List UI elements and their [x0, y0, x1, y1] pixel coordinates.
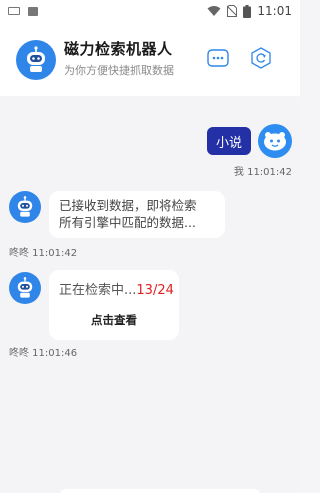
- robot-icon: [17, 196, 33, 217]
- wifi-icon: [207, 6, 221, 16]
- app-subtitle: 为你方便快捷抓取数据: [64, 64, 174, 77]
- robot-icon: [27, 46, 45, 72]
- bot-message-bubble[interactable]: 已接收到数据，即将检索 所有引擎中匹配的数据...: [49, 191, 225, 238]
- search-progress-count: 13/24: [136, 283, 174, 298]
- status-bar-left: [8, 6, 38, 16]
- ellipsis-icon: [207, 49, 229, 67]
- robot-icon: [17, 277, 33, 298]
- keyboard-icon: [8, 7, 20, 15]
- user-face-icon: [264, 132, 286, 151]
- search-progress-text: 正在检索中...: [59, 283, 137, 298]
- status-bar-right: 11:01: [207, 4, 292, 18]
- image-icon: [28, 6, 38, 16]
- user-message-time: 我 11:01:42: [233, 167, 292, 178]
- user-message-bubble[interactable]: 小说: [207, 127, 251, 155]
- view-results-button[interactable]: 点击查看: [49, 312, 179, 328]
- bot-message-time: 咚咚 11:01:46: [9, 348, 78, 359]
- more-button[interactable]: [207, 47, 229, 69]
- bot-message-line: 已接收到数据，即将检索: [59, 198, 197, 213]
- user-avatar: [258, 124, 292, 158]
- status-bar: 11:01: [0, 0, 300, 22]
- bot-message-time: 咚咚 11:01:42: [9, 248, 78, 259]
- app-title: 磁力检索机器人: [64, 40, 173, 58]
- status-time: 11:01: [257, 4, 292, 18]
- search-progress-bubble: 正在检索中...13/24 点击查看: [49, 270, 179, 340]
- refresh-button[interactable]: [250, 47, 272, 69]
- user-message-text: 小说: [215, 135, 242, 151]
- input-bar-edge: [60, 489, 260, 493]
- app-header: 磁力检索机器人 为你方便快捷抓取数据: [0, 22, 300, 96]
- no-sim-icon: [227, 5, 238, 17]
- bot-avatar: [9, 191, 41, 223]
- search-progress-row: 正在检索中...13/24: [59, 279, 174, 298]
- bot-avatar: [9, 272, 41, 304]
- chat-area: 小说 我 11:01:42 已接收到数据，即将检索 所有引擎中匹配的数据... …: [0, 96, 300, 493]
- refresh-icon: [251, 47, 271, 69]
- battery-icon: [243, 4, 252, 18]
- bot-message-line: 所有引擎中匹配的数据...: [59, 215, 196, 230]
- robot-avatar: [16, 40, 56, 80]
